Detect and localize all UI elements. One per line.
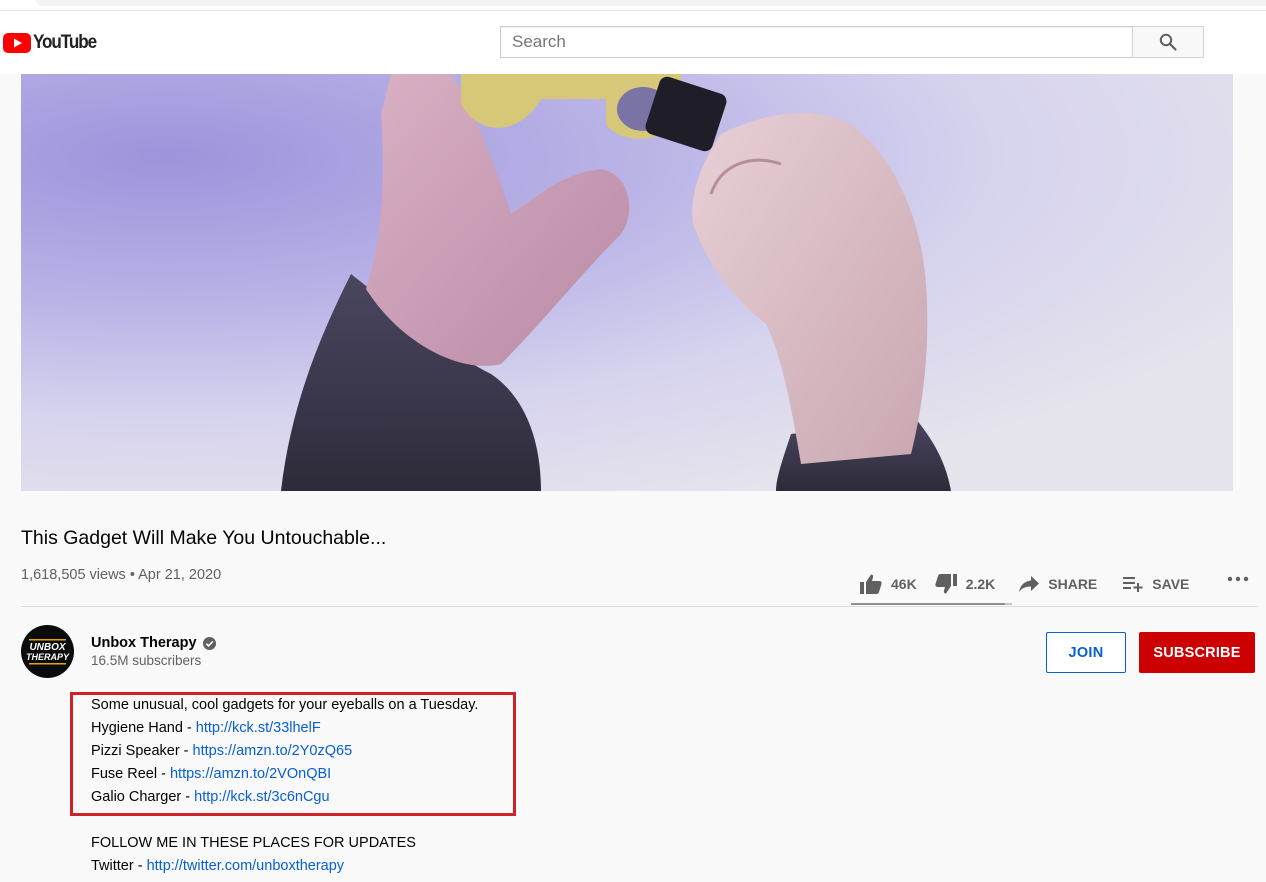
masthead: YouTube <box>0 11 1266 74</box>
sentiment-bar-fill <box>851 603 1005 605</box>
item-link[interactable]: http://kck.st/3c6nCgu <box>194 789 329 805</box>
playlist-add-icon <box>1123 577 1143 592</box>
item-link[interactable]: http://kck.st/33lhelF <box>196 720 321 736</box>
dislike-button[interactable]: 2.2K <box>935 574 996 594</box>
view-count: 1,618,505 views <box>21 567 126 583</box>
search-input[interactable] <box>501 27 1132 57</box>
video-player[interactable] <box>21 74 1233 491</box>
item-link[interactable]: https://amzn.to/2Y0zQ65 <box>193 743 353 759</box>
twitter-line: Twitter - http://twitter.com/unboxtherap… <box>91 858 344 874</box>
twitter-label: Twitter - <box>91 858 147 874</box>
sentiment-bar <box>851 603 1012 605</box>
follow-heading: FOLLOW ME IN THESE PLACES FOR UPDATES <box>91 835 416 851</box>
search-button[interactable] <box>1132 26 1204 58</box>
join-button[interactable]: JOIN <box>1046 632 1126 673</box>
avatar-text-2: THERAPY <box>26 652 70 662</box>
search-icon <box>1159 33 1177 51</box>
like-button[interactable]: 46K <box>860 574 917 594</box>
twitter-link[interactable]: http://twitter.com/unboxtherapy <box>147 858 344 874</box>
save-button[interactable]: SAVE <box>1123 576 1189 592</box>
description-intro: Some unusual, cool gadgets for your eyeb… <box>91 697 479 713</box>
address-bar-edge[interactable] <box>36 0 1266 6</box>
youtube-play-icon <box>3 33 31 53</box>
like-count: 46K <box>891 576 917 592</box>
logo-text: YouTube <box>33 32 97 53</box>
thumb-up-icon <box>860 574 882 594</box>
share-label: SHARE <box>1048 576 1098 592</box>
search-box <box>500 26 1132 58</box>
share-button[interactable]: SHARE <box>1019 576 1097 592</box>
upload-date: Apr 21, 2020 <box>138 567 222 583</box>
more-icon <box>1227 576 1249 582</box>
video-meta: 1,618,505 views • Apr 21, 2020 <box>21 567 221 583</box>
channel-name-row: Unbox Therapy <box>91 635 216 651</box>
description-item: Galio Charger - http://kck.st/3c6nCgu <box>91 789 330 805</box>
item-link[interactable]: https://amzn.to/2VOnQBI <box>170 766 331 782</box>
description-item: Hygiene Hand - http://kck.st/33lhelF <box>91 720 321 736</box>
thumb-down-icon <box>935 574 957 594</box>
channel-avatar[interactable]: UNBOX THERAPY <box>21 625 74 678</box>
verified-badge-icon <box>202 636 216 650</box>
item-label: Fuse Reel - <box>91 766 170 782</box>
share-icon <box>1019 576 1040 592</box>
dislike-count: 2.2K <box>965 576 996 592</box>
item-label: Pizzi Speaker - <box>91 743 193 759</box>
item-label: Hygiene Hand - <box>91 720 196 736</box>
item-label: Galio Charger - <box>91 789 195 805</box>
channel-name[interactable]: Unbox Therapy <box>91 635 197 651</box>
channel-logo: UNBOX THERAPY <box>26 639 70 665</box>
video-title: This Gadget Will Make You Untouchable... <box>21 527 387 549</box>
meta-separator: • <box>129 567 135 583</box>
video-actions: 46K 2.2K SHARE SAVE <box>851 564 1189 604</box>
description-item: Fuse Reel - https://amzn.to/2VOnQBI <box>91 766 331 782</box>
subscriber-count: 16.5M subscribers <box>91 653 202 668</box>
subscribe-button[interactable]: SUBSCRIBE <box>1139 632 1255 673</box>
youtube-logo[interactable]: YouTube <box>3 32 103 53</box>
save-label: SAVE <box>1152 576 1190 592</box>
more-actions-button[interactable] <box>1227 569 1249 589</box>
divider <box>21 606 1258 607</box>
description-item: Pizzi Speaker - https://amzn.to/2Y0zQ65 <box>91 743 352 759</box>
video-frame-image <box>281 74 951 491</box>
browser-address-strip <box>0 0 1266 11</box>
